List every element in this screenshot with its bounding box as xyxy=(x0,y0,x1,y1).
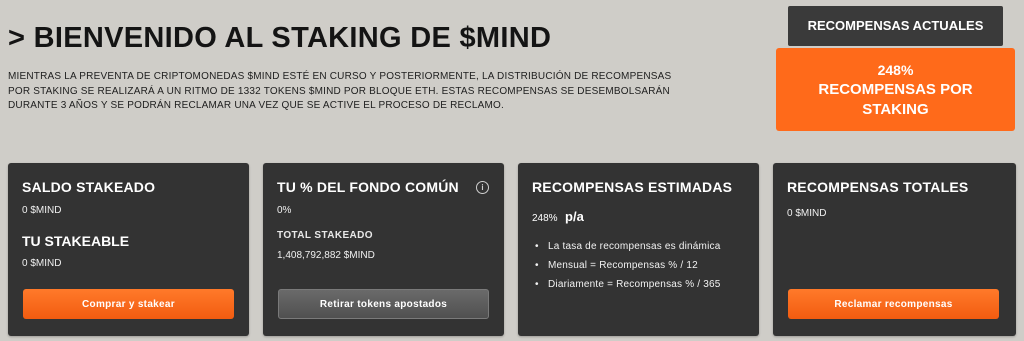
current-rewards-tab[interactable]: RECOMPENSAS ACTUALES xyxy=(788,6,1003,46)
page-description: Mientras la preventa de criptomonedas $M… xyxy=(8,71,672,111)
stakeable-title: TU STAKEABLE xyxy=(22,233,130,249)
total-staked-label: TOTAL STAKEADO xyxy=(277,230,373,241)
staked-balance-title: SALDO STAKEADO xyxy=(22,179,156,195)
estimated-rewards-unit: p/a xyxy=(565,209,584,224)
list-item: Mensual = Recompensas % / 12 xyxy=(532,258,747,273)
total-rewards-card: RECOMPENSAS TOTALES 0 $MIND Reclamar rec… xyxy=(773,163,1016,336)
list-item: La tasa de recompensas es dinámica xyxy=(532,239,747,254)
staked-balance-card: SALDO STAKEADO 0 $MIND TU STAKEABLE 0 $M… xyxy=(8,163,249,336)
page-title: > BIENVENIDO AL STAKING DE $MIND xyxy=(8,22,552,54)
staked-balance-value: 0 $MIND xyxy=(22,205,62,216)
reward-info-list: La tasa de recompensas es dinámica Mensu… xyxy=(532,239,747,296)
withdraw-staked-tokens-button[interactable]: Retirar tokens apostados xyxy=(278,289,489,319)
stakeable-value: 0 $MIND xyxy=(22,258,62,269)
pool-share-value: 0% xyxy=(277,205,292,216)
estimated-rewards-title: RECOMPENSAS ESTIMADAS xyxy=(532,179,733,195)
info-icon[interactable]: i xyxy=(476,181,489,194)
claim-rewards-button[interactable]: Reclamar recompensas xyxy=(788,289,999,319)
current-rewards-box: 248% RECOMPENSAS POR STAKING xyxy=(776,48,1015,131)
total-staked-value: 1,408,792,882 $MIND xyxy=(277,250,375,261)
estimated-rewards-value: 248% xyxy=(532,213,558,224)
rewards-percentage: 248% xyxy=(877,61,914,78)
pool-share-card: TU % DEL FONDO COMÚN i 0% TOTAL STAKEADO… xyxy=(263,163,504,336)
estimated-rewards-rate: 248% p/a xyxy=(532,208,584,226)
list-item: Diariamente = Recompensas % / 365 xyxy=(532,277,747,292)
total-rewards-title: RECOMPENSAS TOTALES xyxy=(787,179,969,195)
buy-and-stake-button[interactable]: Comprar y stakear xyxy=(23,289,234,319)
rewards-label: RECOMPENSAS POR STAKING xyxy=(818,80,973,118)
pool-share-title: TU % DEL FONDO COMÚN xyxy=(277,179,459,195)
total-rewards-value: 0 $MIND xyxy=(787,208,827,219)
estimated-rewards-card: RECOMPENSAS ESTIMADAS 248% p/a La tasa d… xyxy=(518,163,759,336)
